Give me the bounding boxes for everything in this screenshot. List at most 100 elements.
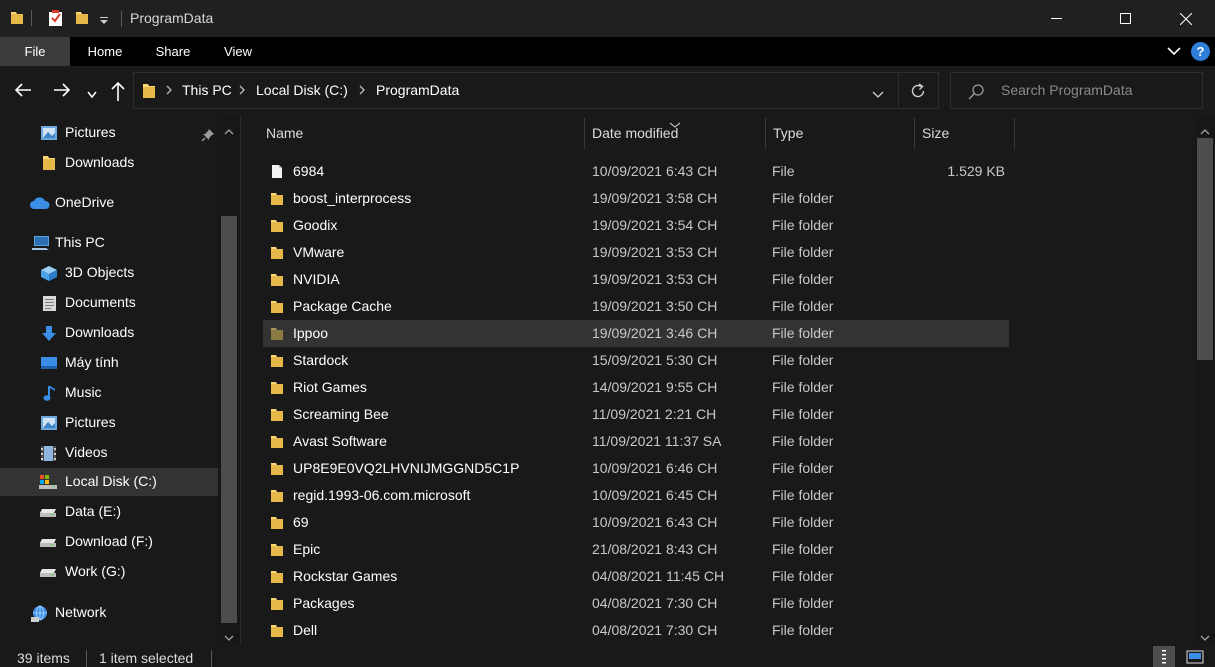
scroll-up-icon[interactable]	[1200, 122, 1210, 138]
sidebar-item-desktop[interactable]: Máy tính	[0, 349, 218, 377]
customize-toolbar-icon[interactable]	[99, 13, 109, 29]
file-date-modified: 19/09/2021 3:54 CH	[592, 217, 718, 233]
table-row[interactable]: Dell 04/08/2021 7:30 CH File folder	[263, 617, 1009, 644]
sidebar-item-3d-objects[interactable]: 3D Objects	[0, 259, 218, 287]
onedrive-icon	[29, 195, 51, 211]
file-name: Package Cache	[293, 298, 392, 314]
table-row[interactable]: Goodix 19/09/2021 3:54 CH File folder	[263, 212, 1009, 239]
breadcrumb-this-pc[interactable]: This PC	[182, 82, 232, 98]
window-title: ProgramData	[130, 10, 214, 26]
file-name: UP8E9E0VQ2LHVNIJMGGND5C1P	[293, 460, 520, 476]
address-bar[interactable]: This PC Local Disk (C:) ProgramData	[133, 72, 939, 109]
sidebar-item-pictures[interactable]: Pictures	[0, 409, 218, 437]
sidebar-item-this-pc[interactable]: This PC	[0, 229, 218, 257]
large-icons-view-button[interactable]	[1182, 646, 1208, 667]
back-button[interactable]	[13, 80, 33, 103]
tab-file[interactable]: File	[0, 37, 70, 66]
column-header-size[interactable]: Size	[915, 116, 1014, 151]
sidebar-item-network[interactable]: Network	[0, 599, 218, 627]
properties-icon[interactable]	[48, 10, 64, 30]
maximize-button[interactable]	[1102, 0, 1148, 37]
new-folder-icon[interactable]	[75, 10, 89, 28]
file-date-modified: 04/08/2021 7:30 CH	[592, 622, 718, 638]
minimize-button[interactable]	[1033, 0, 1079, 37]
file-type: File folder	[772, 379, 834, 395]
sidebar-item-data-drive[interactable]: Data (E:)	[0, 498, 218, 526]
large-icons-view-icon	[1186, 650, 1204, 664]
breadcrumb-programdata[interactable]: ProgramData	[376, 82, 459, 98]
search-box[interactable]: Search ProgramData	[950, 72, 1203, 109]
chevron-right-icon[interactable]	[165, 83, 173, 100]
music-icon	[42, 385, 60, 401]
breadcrumb-local-disk[interactable]: Local Disk (C:)	[256, 82, 348, 98]
up-arrow-icon	[111, 81, 125, 101]
table-row[interactable]: 6984 10/09/2021 6:43 CH File 1.529 KB	[263, 158, 1009, 185]
file-list-scrollbar[interactable]	[1195, 116, 1215, 645]
sidebar-item-downloads-quick[interactable]: Downloads	[0, 149, 218, 177]
table-row[interactable]: Package Cache 19/09/2021 3:50 CH File fold…	[263, 293, 1009, 320]
file-date-modified: 11/09/2021 2:21 CH	[592, 406, 717, 422]
scroll-down-icon[interactable]	[1200, 629, 1210, 645]
table-row[interactable]: Epic 21/08/2021 8:43 CH File folder	[263, 536, 1009, 563]
address-row: This PC Local Disk (C:) ProgramData Sear…	[0, 66, 1215, 116]
table-row[interactable]: UP8E9E0VQ2LHVNIJMGGND5C1P 10/09/2021 6:46…	[263, 455, 1009, 482]
scroll-up-icon[interactable]	[224, 122, 234, 138]
file-name: Stardock	[293, 352, 349, 368]
table-row[interactable]: VMware 19/09/2021 3:53 CH File folder	[263, 239, 1009, 266]
refresh-button[interactable]	[909, 82, 927, 103]
close-button[interactable]	[1163, 0, 1209, 37]
file-type: File folder	[772, 433, 834, 449]
tab-home[interactable]: Home	[70, 37, 140, 66]
column-header-label: Date modified	[592, 125, 679, 141]
file-type: File folder	[772, 460, 834, 476]
sidebar-item-work-drive[interactable]: Work (G:)	[0, 558, 218, 586]
scroll-down-icon[interactable]	[224, 629, 234, 645]
expand-ribbon-icon[interactable]	[1167, 44, 1181, 61]
table-row[interactable]: Ippoo 19/09/2021 3:46 CH File folder	[263, 320, 1009, 347]
table-row[interactable]: NVIDIA 19/09/2021 3:53 CH File folder	[263, 266, 1009, 293]
chevron-right-icon[interactable]	[358, 83, 366, 100]
column-header-type[interactable]: Type	[766, 116, 914, 151]
table-row[interactable]: regid.1993-06.com.microsoft 10/09/2021 6:…	[263, 482, 1009, 509]
file-type: File folder	[772, 595, 834, 611]
sidebar-item-onedrive[interactable]: OneDrive	[0, 189, 218, 217]
sidebar-scrollbar[interactable]	[218, 116, 240, 645]
file-type: File folder	[772, 271, 834, 287]
sidebar-item-downloads[interactable]: Downloads	[0, 319, 218, 347]
pin-icon[interactable]	[201, 128, 215, 145]
column-header-date-modified[interactable]: Date modified	[585, 116, 765, 151]
table-row[interactable]: Rockstar Games 04/08/2021 11:45 CH File fo…	[263, 563, 1009, 590]
sidebar-item-documents[interactable]: Documents	[0, 289, 218, 317]
table-row[interactable]: Packages 04/08/2021 7:30 CH File folder	[263, 590, 1009, 617]
pictures-icon	[40, 415, 58, 431]
sidebar-item-label: Downloads	[65, 154, 135, 170]
search-input[interactable]: Search ProgramData	[1001, 82, 1133, 98]
tab-view[interactable]: View	[206, 37, 270, 66]
recent-locations-button[interactable]	[87, 86, 97, 102]
file-type: File folder	[772, 568, 834, 584]
up-button[interactable]	[108, 80, 128, 105]
sidebar-item-download-drive[interactable]: Download (F:)	[0, 528, 218, 556]
divider[interactable]	[1014, 118, 1015, 149]
help-button[interactable]: ?	[1191, 42, 1210, 61]
table-row[interactable]: Stardock 15/09/2021 5:30 CH File folder	[263, 347, 1009, 374]
table-row[interactable]: 69 10/09/2021 6:43 CH File folder	[263, 509, 1009, 536]
tab-share[interactable]: Share	[140, 37, 206, 66]
table-row[interactable]: Screaming Bee 11/09/2021 2:21 CH File fold…	[263, 401, 1009, 428]
address-history-dropdown[interactable]	[872, 86, 884, 102]
scrollbar-thumb[interactable]	[221, 216, 237, 623]
table-row[interactable]: boost_interprocess 19/09/2021 3:58 CH File…	[263, 185, 1009, 212]
column-header-name[interactable]: Name	[263, 116, 585, 151]
chevron-right-icon[interactable]	[238, 83, 246, 100]
videos-icon	[40, 445, 58, 461]
sidebar-item-local-disk[interactable]: Local Disk (C:)	[0, 468, 218, 496]
table-row[interactable]: Avast Software 11/09/2021 11:37 SA File fo…	[263, 428, 1009, 455]
sidebar-item-videos[interactable]: Videos	[0, 439, 218, 467]
table-row[interactable]: Riot Games 14/09/2021 9:55 CH File folder	[263, 374, 1009, 401]
scrollbar-thumb[interactable]	[1197, 138, 1213, 360]
details-view-button[interactable]	[1153, 646, 1175, 667]
sidebar-item-music[interactable]: Music	[0, 379, 218, 407]
sidebar-item-label: Máy tính	[65, 354, 119, 370]
forward-button[interactable]	[52, 80, 72, 103]
sidebar-item-pictures-pinned[interactable]: Pictures	[0, 119, 218, 147]
